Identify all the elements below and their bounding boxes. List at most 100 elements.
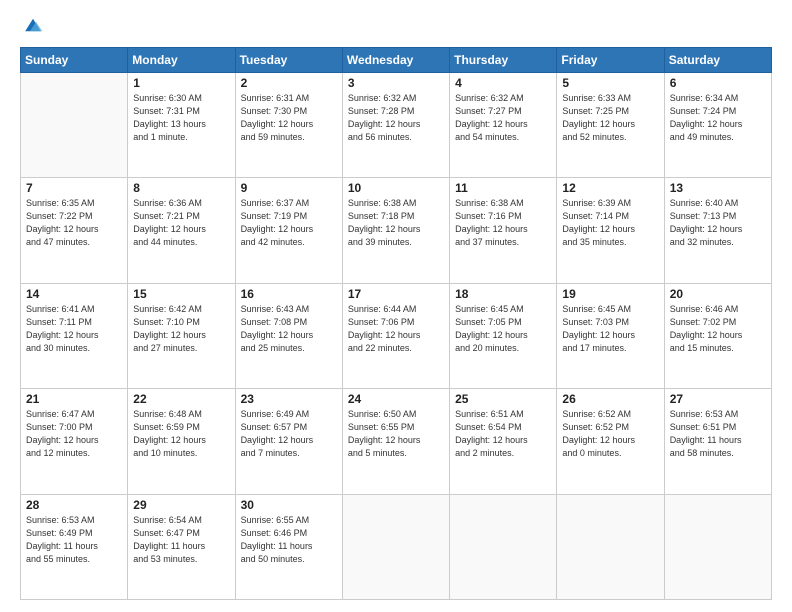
day-info: Sunrise: 6:41 AM Sunset: 7:11 PM Dayligh…: [26, 303, 122, 355]
calendar-cell: 5 Sunrise: 6:33 AM Sunset: 7:25 PM Daylig…: [557, 72, 664, 177]
day-number: 23: [241, 392, 337, 406]
day-number: 14: [26, 287, 122, 301]
day-number: 9: [241, 181, 337, 195]
logo: [20, 16, 46, 37]
calendar-week-row: 14 Sunrise: 6:41 AM Sunset: 7:11 PM Dayli…: [21, 283, 772, 388]
day-number: 8: [133, 181, 229, 195]
calendar-cell: 23 Sunrise: 6:49 AM Sunset: 6:57 PM Dayli…: [235, 389, 342, 494]
day-info: Sunrise: 6:55 AM Sunset: 6:46 PM Dayligh…: [241, 514, 337, 566]
day-info: Sunrise: 6:47 AM Sunset: 7:00 PM Dayligh…: [26, 408, 122, 460]
calendar-cell: 22 Sunrise: 6:48 AM Sunset: 6:59 PM Dayli…: [128, 389, 235, 494]
calendar-cell: 14 Sunrise: 6:41 AM Sunset: 7:11 PM Dayli…: [21, 283, 128, 388]
day-number: 28: [26, 498, 122, 512]
day-number: 29: [133, 498, 229, 512]
day-info: Sunrise: 6:32 AM Sunset: 7:27 PM Dayligh…: [455, 92, 551, 144]
weekday-header-wednesday: Wednesday: [342, 47, 449, 72]
calendar-cell: 8 Sunrise: 6:36 AM Sunset: 7:21 PM Daylig…: [128, 178, 235, 283]
day-info: Sunrise: 6:53 AM Sunset: 6:49 PM Dayligh…: [26, 514, 122, 566]
day-number: 21: [26, 392, 122, 406]
calendar-week-row: 21 Sunrise: 6:47 AM Sunset: 7:00 PM Dayli…: [21, 389, 772, 494]
calendar-cell: 12Sunrise: 6:39 AM Sunset: 7:14 PM Dayli…: [557, 178, 664, 283]
calendar-cell: [664, 494, 771, 600]
day-info: Sunrise: 6:49 AM Sunset: 6:57 PM Dayligh…: [241, 408, 337, 460]
calendar-cell: 15 Sunrise: 6:42 AM Sunset: 7:10 PM Dayli…: [128, 283, 235, 388]
day-info: Sunrise: 6:45 AM Sunset: 7:03 PM Dayligh…: [562, 303, 658, 355]
day-info: Sunrise: 6:31 AM Sunset: 7:30 PM Dayligh…: [241, 92, 337, 144]
day-info: Sunrise: 6:48 AM Sunset: 6:59 PM Dayligh…: [133, 408, 229, 460]
day-number: 30: [241, 498, 337, 512]
day-number: 27: [670, 392, 766, 406]
day-info: Sunrise: 6:53 AM Sunset: 6:51 PM Dayligh…: [670, 408, 766, 460]
weekday-header-tuesday: Tuesday: [235, 47, 342, 72]
logo-icon: [22, 16, 44, 34]
day-number: 18: [455, 287, 551, 301]
calendar-cell: 19Sunrise: 6:45 AM Sunset: 7:03 PM Dayli…: [557, 283, 664, 388]
calendar-cell: 2 Sunrise: 6:31 AM Sunset: 7:30 PM Daylig…: [235, 72, 342, 177]
day-info: Sunrise: 6:33 AM Sunset: 7:25 PM Dayligh…: [562, 92, 658, 144]
day-number: 1: [133, 76, 229, 90]
calendar-cell: 28 Sunrise: 6:53 AM Sunset: 6:49 PM Dayli…: [21, 494, 128, 600]
calendar-week-row: 1 Sunrise: 6:30 AM Sunset: 7:31 PM Daylig…: [21, 72, 772, 177]
day-number: 4: [455, 76, 551, 90]
day-info: Sunrise: 6:39 AM Sunset: 7:14 PM Dayligh…: [562, 197, 658, 249]
calendar-cell: 9Sunrise: 6:37 AM Sunset: 7:19 PM Daylig…: [235, 178, 342, 283]
day-number: 5: [562, 76, 658, 90]
day-info: Sunrise: 6:51 AM Sunset: 6:54 PM Dayligh…: [455, 408, 551, 460]
day-info: Sunrise: 6:54 AM Sunset: 6:47 PM Dayligh…: [133, 514, 229, 566]
day-info: Sunrise: 6:30 AM Sunset: 7:31 PM Dayligh…: [133, 92, 229, 144]
weekday-header-thursday: Thursday: [450, 47, 557, 72]
day-info: Sunrise: 6:52 AM Sunset: 6:52 PM Dayligh…: [562, 408, 658, 460]
calendar-cell: 13Sunrise: 6:40 AM Sunset: 7:13 PM Dayli…: [664, 178, 771, 283]
day-number: 3: [348, 76, 444, 90]
day-number: 26: [562, 392, 658, 406]
calendar-cell: 30 Sunrise: 6:55 AM Sunset: 6:46 PM Dayli…: [235, 494, 342, 600]
weekday-header-saturday: Saturday: [664, 47, 771, 72]
calendar-cell: 6 Sunrise: 6:34 AM Sunset: 7:24 PM Daylig…: [664, 72, 771, 177]
calendar-cell: [557, 494, 664, 600]
header: [20, 16, 772, 37]
calendar-cell: 4 Sunrise: 6:32 AM Sunset: 7:27 PM Daylig…: [450, 72, 557, 177]
logo-text: [20, 16, 44, 37]
calendar-cell: 26 Sunrise: 6:52 AM Sunset: 6:52 PM Dayli…: [557, 389, 664, 494]
calendar-cell: 18 Sunrise: 6:45 AM Sunset: 7:05 PM Dayli…: [450, 283, 557, 388]
weekday-header-monday: Monday: [128, 47, 235, 72]
day-info: Sunrise: 6:34 AM Sunset: 7:24 PM Dayligh…: [670, 92, 766, 144]
calendar-cell: [342, 494, 449, 600]
day-number: 2: [241, 76, 337, 90]
day-info: Sunrise: 6:45 AM Sunset: 7:05 PM Dayligh…: [455, 303, 551, 355]
calendar-cell: 27 Sunrise: 6:53 AM Sunset: 6:51 PM Dayli…: [664, 389, 771, 494]
page: SundayMondayTuesdayWednesdayThursdayFrid…: [0, 0, 792, 612]
weekday-header-sunday: Sunday: [21, 47, 128, 72]
day-number: 6: [670, 76, 766, 90]
day-number: 15: [133, 287, 229, 301]
day-number: 7: [26, 181, 122, 195]
calendar-cell: 10Sunrise: 6:38 AM Sunset: 7:18 PM Dayli…: [342, 178, 449, 283]
calendar-cell: 3 Sunrise: 6:32 AM Sunset: 7:28 PM Daylig…: [342, 72, 449, 177]
day-info: Sunrise: 6:32 AM Sunset: 7:28 PM Dayligh…: [348, 92, 444, 144]
day-info: Sunrise: 6:38 AM Sunset: 7:16 PM Dayligh…: [455, 197, 551, 249]
day-info: Sunrise: 6:50 AM Sunset: 6:55 PM Dayligh…: [348, 408, 444, 460]
calendar-week-row: 28 Sunrise: 6:53 AM Sunset: 6:49 PM Dayli…: [21, 494, 772, 600]
day-info: Sunrise: 6:38 AM Sunset: 7:18 PM Dayligh…: [348, 197, 444, 249]
day-info: Sunrise: 6:40 AM Sunset: 7:13 PM Dayligh…: [670, 197, 766, 249]
day-number: 25: [455, 392, 551, 406]
day-number: 20: [670, 287, 766, 301]
day-number: 11: [455, 181, 551, 195]
day-info: Sunrise: 6:46 AM Sunset: 7:02 PM Dayligh…: [670, 303, 766, 355]
day-info: Sunrise: 6:36 AM Sunset: 7:21 PM Dayligh…: [133, 197, 229, 249]
day-info: Sunrise: 6:42 AM Sunset: 7:10 PM Dayligh…: [133, 303, 229, 355]
calendar-cell: 25 Sunrise: 6:51 AM Sunset: 6:54 PM Dayli…: [450, 389, 557, 494]
weekday-header-row: SundayMondayTuesdayWednesdayThursdayFrid…: [21, 47, 772, 72]
calendar-cell: 17 Sunrise: 6:44 AM Sunset: 7:06 PM Dayli…: [342, 283, 449, 388]
calendar-cell: 16Sunrise: 6:43 AM Sunset: 7:08 PM Dayli…: [235, 283, 342, 388]
calendar-cell: 11 Sunrise: 6:38 AM Sunset: 7:16 PM Dayli…: [450, 178, 557, 283]
day-number: 17: [348, 287, 444, 301]
day-info: Sunrise: 6:44 AM Sunset: 7:06 PM Dayligh…: [348, 303, 444, 355]
day-number: 16: [241, 287, 337, 301]
calendar-cell: 1 Sunrise: 6:30 AM Sunset: 7:31 PM Daylig…: [128, 72, 235, 177]
day-number: 24: [348, 392, 444, 406]
calendar-cell: 29 Sunrise: 6:54 AM Sunset: 6:47 PM Dayli…: [128, 494, 235, 600]
calendar-cell: [450, 494, 557, 600]
day-number: 22: [133, 392, 229, 406]
calendar-cell: 24 Sunrise: 6:50 AM Sunset: 6:55 PM Dayli…: [342, 389, 449, 494]
